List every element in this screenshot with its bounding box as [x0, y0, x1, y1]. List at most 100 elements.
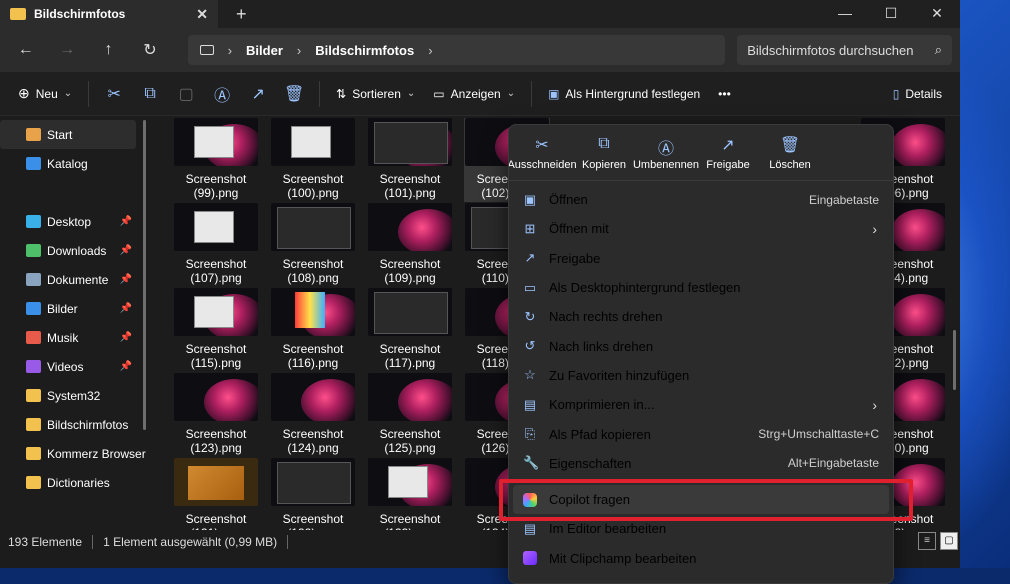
new-button[interactable]: ⊕ Neu ⌄	[10, 78, 80, 110]
context-menu-item[interactable]: ⊞Öffnen mit›	[509, 214, 893, 243]
pin-icon: 📌	[120, 245, 132, 256]
rename-icon: Ⓐ	[658, 135, 674, 153]
chevron-right-icon: ›	[872, 221, 879, 237]
maximize-button[interactable]: ☐	[868, 0, 914, 28]
file-name-line1: Screenshot	[173, 427, 259, 441]
divider	[287, 535, 288, 549]
file-thumbnail	[174, 288, 258, 336]
tab-close-icon[interactable]: ✕	[196, 6, 208, 23]
context-menu-item[interactable]: ▤Komprimieren in...›	[509, 390, 893, 419]
clipchamp-label: Mit Clipchamp bearbeiten	[549, 551, 696, 566]
chevron-down-icon: ⌄	[407, 88, 415, 99]
clipchamp-menu-item[interactable]: Mit Clipchamp bearbeiten	[509, 544, 893, 573]
context-menu-item[interactable]: ⎘Als Pfad kopierenStrg+Umschalttaste+C	[509, 419, 893, 448]
sort-button[interactable]: ⇅ Sortieren ⌄	[328, 78, 423, 110]
paste-button[interactable]: ▢	[169, 78, 203, 110]
file-item[interactable]: Screenshot(131).png	[173, 458, 259, 530]
file-item[interactable]: Screenshot(133).png	[367, 458, 453, 530]
context-action-share[interactable]: ↗Freigabe	[697, 135, 759, 180]
file-item[interactable]: Screenshot(123).png	[173, 373, 259, 457]
context-menu-item[interactable]: ▭Als Desktophintergrund festlegen	[509, 273, 893, 302]
more-options-button[interactable]: •••	[710, 78, 739, 110]
cut-button[interactable]: ✂	[97, 78, 131, 110]
file-item[interactable]: Screenshot(124).png	[270, 373, 356, 457]
minimize-button[interactable]: —	[822, 0, 868, 28]
set-wallpaper-button[interactable]: ▣ Als Hintergrund festlegen	[540, 78, 708, 110]
view-button[interactable]: ▭ Anzeigen ⌄	[425, 78, 523, 110]
sidebar-item-9[interactable]: Bildschirmfotos	[0, 410, 150, 439]
file-item[interactable]: Screenshot(116).png	[270, 288, 356, 372]
file-item[interactable]: Screenshot(99).png	[173, 118, 259, 202]
trash-icon: 🗑	[780, 135, 800, 153]
shortcut-hint: Strg+Umschalttaste+C	[758, 427, 879, 441]
context-action-trash[interactable]: 🗑Löschen	[759, 135, 821, 180]
file-name-line2: (107).png	[173, 271, 259, 285]
close-window-button[interactable]: ✕	[914, 0, 960, 28]
tab-bildschirmfotos[interactable]: Bildschirmfotos ✕	[0, 0, 218, 28]
sidebar-item-label: Katalog	[47, 157, 88, 171]
context-menu-item[interactable]: ↺Nach links drehen	[509, 331, 893, 360]
context-menu-item[interactable]: ▣ÖffnenEingabetaste	[509, 185, 893, 214]
address-bar[interactable]: › Bilder › Bildschirmfotos ›	[188, 35, 726, 65]
sidebar-item-8[interactable]: System32	[0, 381, 150, 410]
sidebar-item-0[interactable]: Start	[0, 120, 136, 149]
file-item[interactable]: Screenshot(125).png	[367, 373, 453, 457]
share-button[interactable]: ↗	[241, 78, 275, 110]
file-item[interactable]: Screenshot(115).png	[173, 288, 259, 372]
details-view-icon[interactable]: ≡	[918, 532, 936, 550]
context-action-label: Ausschneiden	[508, 159, 577, 171]
context-menu-label: Zu Favoriten hinzufügen	[549, 368, 689, 383]
file-item[interactable]: Screenshot(108).png	[270, 203, 356, 287]
context-menu-item[interactable]: ↗Freigabe	[509, 244, 893, 273]
context-menu-label: Komprimieren in...	[549, 397, 654, 412]
file-name-line1: Screenshot	[367, 342, 453, 356]
details-button[interactable]: ▯ Details	[885, 78, 950, 110]
refresh-button[interactable]: ↻	[132, 34, 167, 66]
context-action-cut[interactable]: ✂Ausschneiden	[511, 135, 573, 180]
file-item[interactable]: Screenshot(101).png	[367, 118, 453, 202]
sidebar-item-3[interactable]: Downloads📌	[0, 236, 150, 265]
new-tab-button[interactable]: +	[236, 4, 247, 25]
tiles-view-icon[interactable]: ▢	[940, 532, 958, 550]
up-button[interactable]: ↑	[91, 34, 126, 66]
file-name-line1: Screenshot	[270, 427, 356, 441]
pin-icon: 📌	[120, 274, 132, 285]
document-icon	[26, 273, 41, 286]
sidebar-item-10[interactable]: Kommerz Browser	[0, 439, 150, 468]
file-name-line2: (124).png	[270, 441, 356, 455]
delete-button[interactable]: 🗑	[277, 78, 311, 110]
context-menu-item[interactable]: 🔧EigenschaftenAlt+Eingabetaste	[509, 449, 893, 478]
sidebar-item-11[interactable]: Dictionaries	[0, 468, 150, 497]
back-button[interactable]: ←	[8, 34, 43, 66]
file-item[interactable]: Screenshot(109).png	[367, 203, 453, 287]
sidebar-item-4[interactable]: Dokumente📌	[0, 265, 150, 294]
file-name-line2: (115).png	[173, 356, 259, 370]
notepad-icon: ▤	[523, 521, 537, 537]
sidebar-item-2[interactable]: Desktop📌	[0, 207, 150, 236]
sidebar-item-6[interactable]: Musik📌	[0, 323, 150, 352]
copy-button[interactable]: ⧉	[133, 78, 167, 110]
search-input[interactable]: Bildschirmfotos durchsuchen ⌕	[737, 35, 952, 65]
sidebar-scrollbar[interactable]	[143, 120, 146, 430]
breadcrumb-bilder[interactable]: Bilder	[246, 43, 283, 58]
file-item[interactable]: Screenshot(132).png	[270, 458, 356, 530]
context-action-copy[interactable]: ⧉Kopieren	[573, 135, 635, 180]
sidebar-item-1[interactable]: Katalog	[0, 149, 150, 178]
context-menu-item[interactable]: ↻Nach rechts drehen	[509, 302, 893, 331]
rename-button[interactable]: Ⓐ	[205, 78, 239, 110]
file-item[interactable]: Screenshot(117).png	[367, 288, 453, 372]
file-item[interactable]: Screenshot(100).png	[270, 118, 356, 202]
context-menu-label: Eigenschaften	[549, 456, 631, 471]
context-menu-item[interactable]: ☆Zu Favoriten hinzufügen	[509, 361, 893, 390]
file-item[interactable]: Screenshot(107).png	[173, 203, 259, 287]
sort-label: Sortieren	[352, 87, 401, 101]
context-action-rename[interactable]: ⒶUmbenennen	[635, 135, 697, 180]
breadcrumb-bildschirmfotos[interactable]: Bildschirmfotos	[315, 43, 414, 58]
file-name-line1: Screenshot	[270, 172, 356, 186]
sidebar-item-7[interactable]: Videos📌	[0, 352, 150, 381]
sidebar-item-5[interactable]: Bilder📌	[0, 294, 150, 323]
shortcut-hint: Alt+Eingabetaste	[788, 456, 879, 470]
forward-button[interactable]: →	[49, 34, 84, 66]
file-thumbnail	[271, 458, 355, 506]
scrollbar-thumb[interactable]	[953, 330, 956, 390]
